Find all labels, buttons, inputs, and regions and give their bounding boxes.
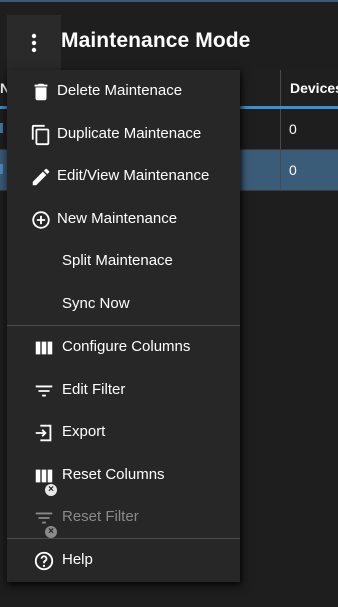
menu-item-label: Reset Filter: [62, 508, 139, 525]
menu-item-reset-filter[interactable]: × Reset Filter: [7, 496, 240, 538]
devices-cell: 0: [280, 150, 297, 190]
menu-item-label: New Maintenance: [57, 210, 178, 227]
pencil-icon: [32, 168, 50, 186]
menu-item-duplicate-maintenance[interactable]: Duplicate Maintenace: [7, 113, 240, 155]
top-accent-line: [0, 0, 338, 2]
menu-item-edit-filter[interactable]: Edit Filter: [7, 369, 240, 411]
plus-circle-icon: [32, 211, 50, 229]
remove-badge-icon: ×: [45, 484, 57, 496]
menu-item-help[interactable]: Help: [7, 539, 240, 581]
column-header-devices[interactable]: Devices: [280, 70, 338, 106]
menu-item-delete-maintenance[interactable]: Delete Maintenace: [7, 70, 240, 112]
actions-menu: Delete Maintenace Duplicate Maintenace E…: [7, 70, 240, 582]
menu-item-export[interactable]: Export: [7, 411, 240, 453]
menu-item-sync-now[interactable]: Sync Now: [7, 283, 240, 325]
menu-item-label: Split Maintenace: [62, 252, 173, 269]
menu-item-edit-view-maintenance[interactable]: Edit/View Maintenance: [7, 155, 240, 197]
devices-cell: 0: [280, 109, 297, 149]
menu-item-label: Edit/View Maintenance: [57, 167, 210, 184]
remove-badge-icon: ×: [45, 526, 57, 538]
menu-item-label: Reset Columns: [62, 466, 165, 483]
menu-item-label: Sync Now: [62, 295, 130, 312]
filter-icon: [35, 385, 53, 397]
menu-item-new-maintenance[interactable]: New Maintenance: [7, 198, 240, 240]
kebab-menu-icon: [31, 33, 37, 53]
menu-item-configure-columns[interactable]: Configure Columns: [7, 326, 240, 368]
menu-item-label: Duplicate Maintenace: [57, 125, 202, 142]
export-icon: [35, 424, 52, 442]
menu-item-label: Delete Maintenace: [57, 82, 183, 99]
trash-icon: [34, 83, 48, 101]
copy-icon: [31, 124, 50, 146]
menu-item-label: Export: [62, 423, 106, 440]
menu-item-split-maintenance[interactable]: Split Maintenace: [7, 240, 240, 282]
row-link-fragment: [0, 123, 3, 133]
more-actions-button[interactable]: [7, 15, 61, 71]
menu-item-label: Configure Columns: [62, 338, 191, 355]
row-link-fragment: [0, 164, 3, 174]
menu-item-label: Edit Filter: [62, 381, 126, 398]
menu-item-label: Help: [62, 551, 93, 568]
columns-icon: [35, 341, 53, 355]
menu-item-reset-columns[interactable]: × Reset Columns: [7, 454, 240, 496]
help-circle-icon: [34, 551, 54, 571]
page-title: Maintenance Mode: [61, 29, 251, 52]
